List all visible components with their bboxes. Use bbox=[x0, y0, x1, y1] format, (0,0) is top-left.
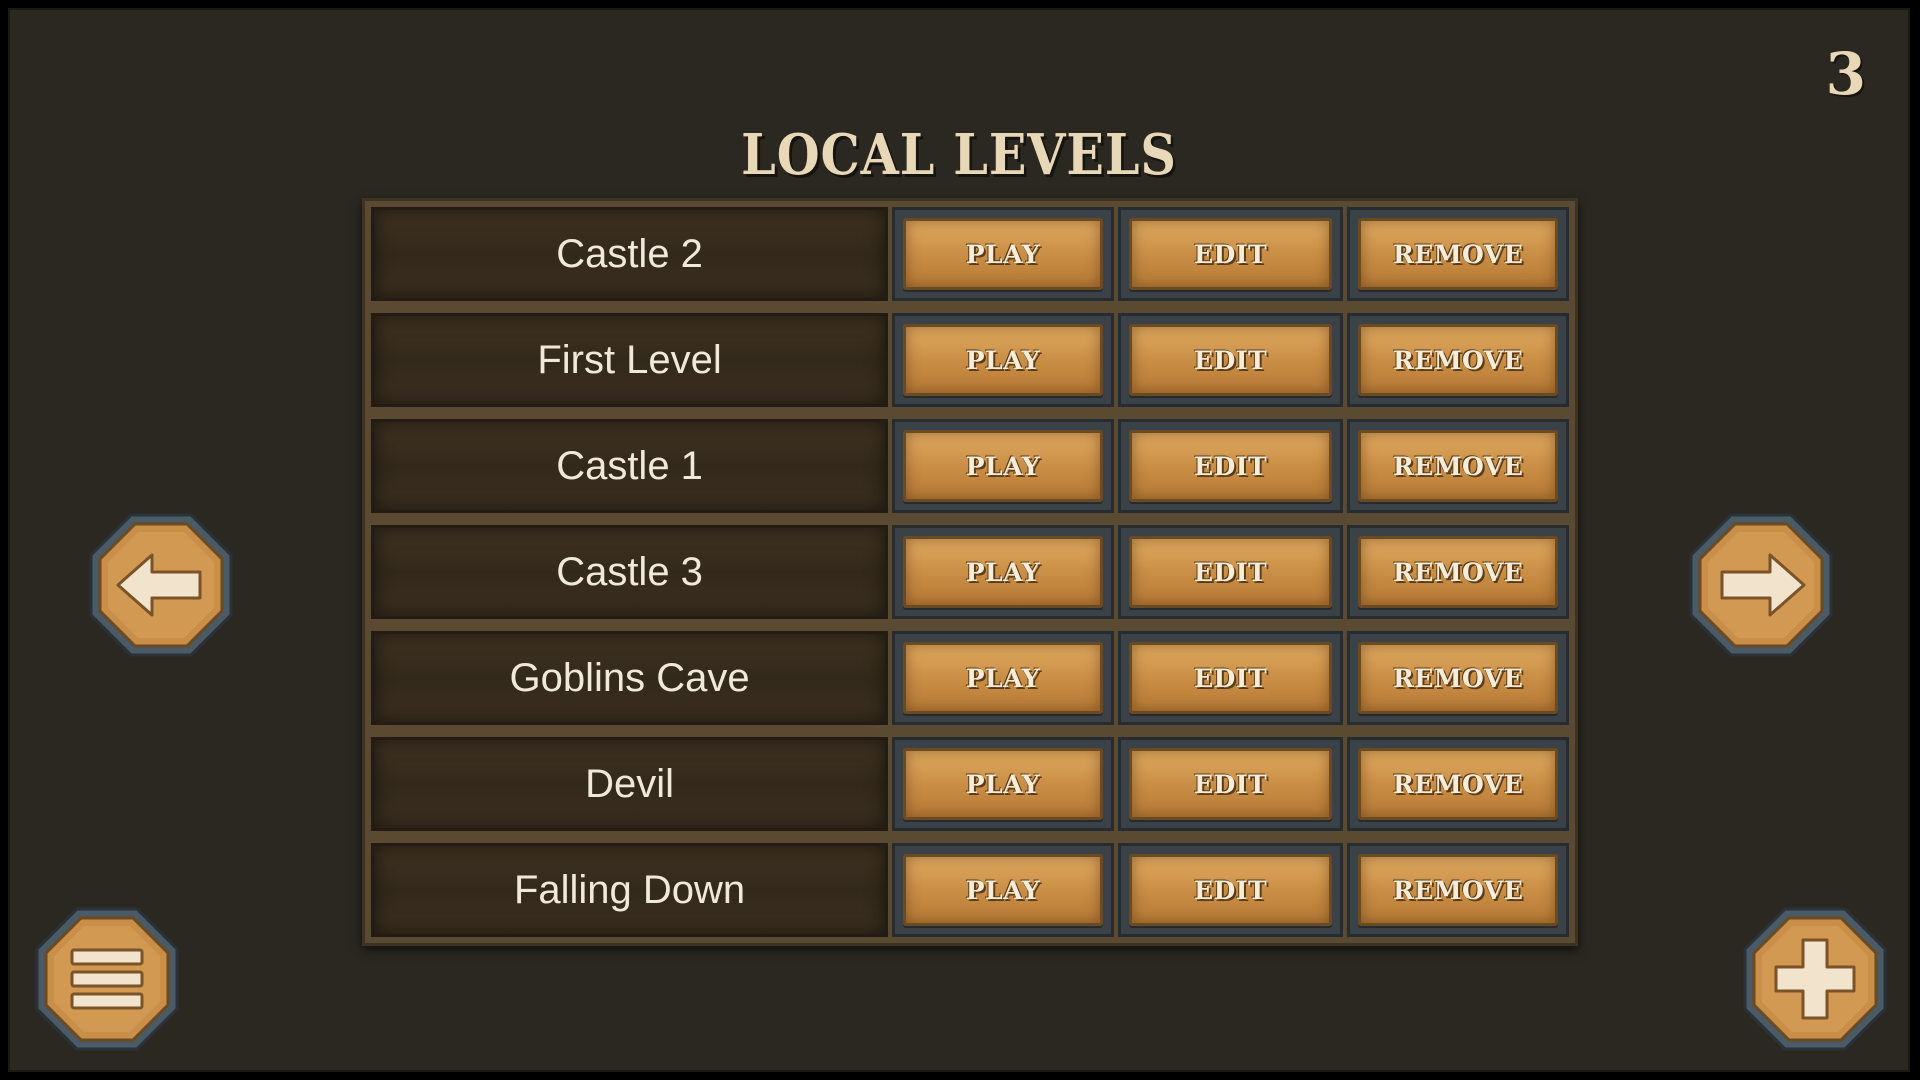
edit-slot: EDIT bbox=[1117, 843, 1344, 937]
edit-button[interactable]: EDIT bbox=[1128, 218, 1333, 290]
level-name-cell: Falling Down bbox=[371, 843, 889, 937]
edit-button-label: EDIT bbox=[1194, 875, 1268, 905]
level-name-cell: Goblins Cave bbox=[371, 631, 889, 725]
play-button[interactable]: PLAY bbox=[903, 324, 1103, 396]
remove-button-label: REMOVE bbox=[1393, 663, 1524, 693]
level-name-cell: Devil bbox=[371, 737, 889, 831]
hamburger-menu-icon bbox=[35, 907, 179, 1051]
level-row: Devil PLAY EDIT REMOVE bbox=[371, 737, 1569, 831]
plus-icon bbox=[1743, 907, 1887, 1051]
play-button[interactable]: PLAY bbox=[903, 536, 1103, 608]
edit-button-label: EDIT bbox=[1194, 663, 1268, 693]
play-slot: PLAY bbox=[892, 843, 1114, 937]
level-name: Falling Down bbox=[513, 867, 746, 912]
page-title: LOCAL LEVELS bbox=[741, 122, 1177, 188]
edit-slot: EDIT bbox=[1117, 207, 1344, 301]
play-slot: PLAY bbox=[892, 313, 1114, 407]
edit-button-label: EDIT bbox=[1194, 239, 1268, 269]
remove-slot: REMOVE bbox=[1347, 525, 1569, 619]
play-button[interactable]: PLAY bbox=[903, 218, 1103, 290]
add-level-button[interactable] bbox=[1742, 906, 1888, 1052]
level-name: Devil bbox=[585, 761, 675, 806]
remove-button[interactable]: REMOVE bbox=[1358, 536, 1558, 608]
level-row: First Level PLAY EDIT REMOVE bbox=[371, 313, 1569, 407]
level-name-cell: Castle 1 bbox=[371, 419, 889, 513]
play-button[interactable]: PLAY bbox=[903, 854, 1103, 926]
remove-button[interactable]: REMOVE bbox=[1358, 324, 1558, 396]
edit-slot: EDIT bbox=[1117, 419, 1344, 513]
edit-slot: EDIT bbox=[1117, 313, 1344, 407]
edit-button[interactable]: EDIT bbox=[1128, 642, 1333, 714]
level-name: First Level bbox=[537, 337, 722, 382]
remove-slot: REMOVE bbox=[1347, 843, 1569, 937]
level-name: Castle 1 bbox=[556, 443, 703, 488]
remove-slot: REMOVE bbox=[1347, 419, 1569, 513]
play-button-label: PLAY bbox=[965, 769, 1041, 799]
remove-button-label: REMOVE bbox=[1393, 769, 1524, 799]
remove-button[interactable]: REMOVE bbox=[1358, 748, 1558, 820]
remove-button-label: REMOVE bbox=[1393, 345, 1524, 375]
remove-button[interactable]: REMOVE bbox=[1358, 854, 1558, 926]
play-slot: PLAY bbox=[892, 631, 1114, 725]
edit-button[interactable]: EDIT bbox=[1128, 854, 1333, 926]
page-number: 3 bbox=[1825, 40, 1866, 108]
edit-button[interactable]: EDIT bbox=[1128, 748, 1333, 820]
play-button-label: PLAY bbox=[965, 239, 1041, 269]
previous-page-button[interactable] bbox=[88, 512, 234, 658]
menu-button[interactable] bbox=[34, 906, 180, 1052]
edit-button[interactable]: EDIT bbox=[1128, 536, 1333, 608]
edit-button[interactable]: EDIT bbox=[1128, 324, 1333, 396]
edit-button-label: EDIT bbox=[1194, 451, 1268, 481]
level-name-cell: Castle 3 bbox=[371, 525, 889, 619]
level-row: Castle 2 PLAY EDIT REMOVE bbox=[371, 207, 1569, 301]
arrow-left-icon bbox=[89, 513, 233, 657]
remove-slot: REMOVE bbox=[1347, 737, 1569, 831]
edit-slot: EDIT bbox=[1117, 737, 1344, 831]
remove-button[interactable]: REMOVE bbox=[1358, 642, 1558, 714]
next-page-button[interactable] bbox=[1688, 512, 1834, 658]
play-button[interactable]: PLAY bbox=[903, 642, 1103, 714]
remove-button-label: REMOVE bbox=[1393, 557, 1524, 587]
edit-slot: EDIT bbox=[1117, 631, 1344, 725]
play-slot: PLAY bbox=[892, 419, 1114, 513]
level-row: Goblins Cave PLAY EDIT REMOVE bbox=[371, 631, 1569, 725]
play-button[interactable]: PLAY bbox=[903, 748, 1103, 820]
play-button-label: PLAY bbox=[965, 557, 1041, 587]
play-button-label: PLAY bbox=[965, 345, 1041, 375]
play-slot: PLAY bbox=[892, 207, 1114, 301]
remove-button-label: REMOVE bbox=[1393, 239, 1524, 269]
edit-button[interactable]: EDIT bbox=[1128, 430, 1333, 502]
level-browser-screen: 3 LOCAL LEVELS Castle 2 PLAY EDIT REMOVE… bbox=[8, 8, 1910, 1072]
remove-button[interactable]: REMOVE bbox=[1358, 430, 1558, 502]
remove-slot: REMOVE bbox=[1347, 313, 1569, 407]
edit-button-label: EDIT bbox=[1194, 557, 1268, 587]
level-row: Castle 3 PLAY EDIT REMOVE bbox=[371, 525, 1569, 619]
level-list: Castle 2 PLAY EDIT REMOVE First Level PL… bbox=[362, 198, 1578, 946]
play-button-label: PLAY bbox=[965, 451, 1041, 481]
level-name-cell: Castle 2 bbox=[371, 207, 889, 301]
remove-slot: REMOVE bbox=[1347, 631, 1569, 725]
edit-button-label: EDIT bbox=[1194, 345, 1268, 375]
play-button-label: PLAY bbox=[965, 663, 1041, 693]
play-slot: PLAY bbox=[892, 737, 1114, 831]
edit-button-label: EDIT bbox=[1194, 769, 1268, 799]
remove-slot: REMOVE bbox=[1347, 207, 1569, 301]
play-button[interactable]: PLAY bbox=[903, 430, 1103, 502]
remove-button-label: REMOVE bbox=[1393, 451, 1524, 481]
level-row: Falling Down PLAY EDIT REMOVE bbox=[371, 843, 1569, 937]
play-button-label: PLAY bbox=[965, 875, 1041, 905]
level-name: Goblins Cave bbox=[509, 655, 750, 700]
remove-button[interactable]: REMOVE bbox=[1358, 218, 1558, 290]
arrow-right-icon bbox=[1689, 513, 1833, 657]
remove-button-label: REMOVE bbox=[1393, 875, 1524, 905]
level-name: Castle 2 bbox=[556, 231, 703, 276]
level-row: Castle 1 PLAY EDIT REMOVE bbox=[371, 419, 1569, 513]
level-name-cell: First Level bbox=[371, 313, 889, 407]
play-slot: PLAY bbox=[892, 525, 1114, 619]
edit-slot: EDIT bbox=[1117, 525, 1344, 619]
level-name: Castle 3 bbox=[556, 549, 703, 594]
